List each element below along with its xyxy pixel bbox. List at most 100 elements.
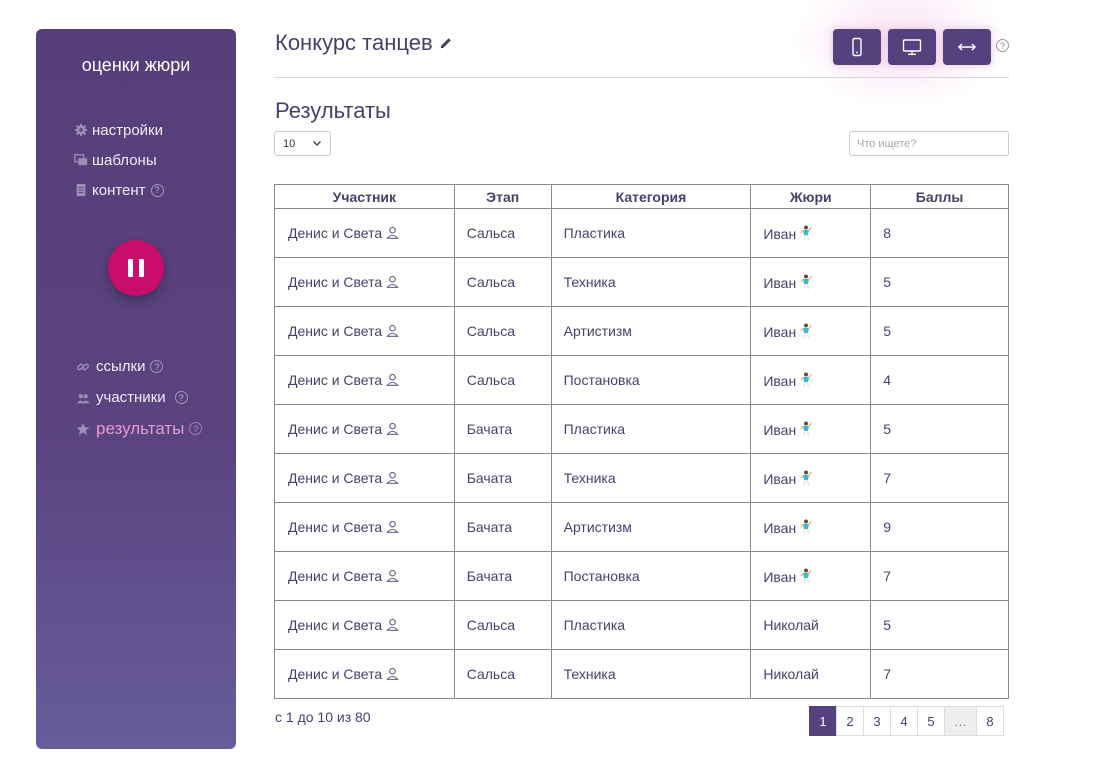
- desktop-view-button[interactable]: [888, 29, 936, 65]
- mobile-view-button[interactable]: [833, 29, 881, 65]
- column-header[interactable]: Баллы: [870, 184, 1009, 209]
- column-header[interactable]: Этап: [453, 184, 552, 209]
- cell-score: 7: [870, 649, 1009, 699]
- user-icon: [386, 471, 400, 484]
- cell-category: Артистизм: [550, 502, 752, 552]
- sidebar-item-content[interactable]: контент ?: [72, 175, 164, 205]
- page-button[interactable]: 8: [976, 706, 1004, 736]
- cell-judge: Иван: [750, 355, 872, 405]
- cell-score: 7: [870, 453, 1009, 503]
- cell-stage: Сальса: [453, 355, 552, 405]
- monitor-icon: [902, 39, 922, 55]
- page-button[interactable]: 1: [809, 706, 837, 736]
- table-row: Денис и Света Бачата Постановка Иван 7: [274, 551, 1009, 601]
- pause-icon: [128, 259, 133, 277]
- dancer-icon: [800, 225, 813, 240]
- sidebar-item-label: ссылки: [96, 358, 146, 375]
- cell-participant: Денис и Света: [274, 649, 455, 699]
- cell-participant: Денис и Света: [274, 551, 455, 601]
- cell-category: Пластика: [550, 208, 752, 258]
- judge-name: Иван: [763, 519, 797, 536]
- app-title: оценки жюри: [81, 55, 191, 75]
- cell-participant: Денис и Света: [274, 502, 455, 552]
- dancer-icon: [800, 372, 813, 387]
- user-icon: [386, 667, 400, 680]
- judge-name: Иван: [763, 323, 797, 340]
- table-row: Денис и Света Сальса Техника Иван 5: [274, 257, 1009, 307]
- cell-score: 9: [870, 502, 1009, 552]
- judge-name: Николай: [763, 666, 819, 682]
- page-button[interactable]: 2: [836, 706, 864, 736]
- cell-stage: Сальса: [453, 649, 552, 699]
- pause-button[interactable]: [108, 240, 164, 296]
- user-icon: [386, 226, 400, 239]
- column-header[interactable]: Жюри: [750, 184, 872, 209]
- sidebar-item-settings[interactable]: настройки: [72, 115, 164, 145]
- user-icon: [386, 275, 400, 288]
- cell-judge: Иван: [750, 306, 872, 356]
- participant-name: Денис и Света: [288, 470, 383, 486]
- help-icon[interactable]: ?: [174, 391, 188, 404]
- judge-name: Иван: [763, 225, 797, 242]
- page-title: Конкурс танцев: [275, 30, 453, 56]
- table-row: Денис и Света Сальса Пластика Николай 5: [274, 600, 1009, 650]
- header-divider: [274, 77, 1009, 78]
- pencil-icon[interactable]: [439, 36, 453, 50]
- cell-stage: Сальса: [453, 208, 552, 258]
- user-icon: [386, 324, 400, 337]
- search-input[interactable]: [849, 131, 1009, 156]
- cell-judge: Николай: [750, 600, 872, 650]
- help-icon[interactable]: ?: [996, 39, 1009, 52]
- participant-name: Денис и Света: [288, 617, 383, 633]
- sidebar-item-results[interactable]: результаты ?: [74, 413, 203, 444]
- cell-participant: Денис и Света: [274, 404, 455, 454]
- document-icon: [72, 181, 90, 199]
- help-icon[interactable]: ?: [150, 360, 164, 373]
- users-icon: [74, 389, 92, 407]
- page-size-select[interactable]: 10: [274, 131, 331, 156]
- column-header[interactable]: Категория: [550, 184, 752, 209]
- table-row: Денис и Света Бачата Техника Иван 7: [274, 453, 1009, 503]
- cell-participant: Денис и Света: [274, 355, 455, 405]
- sidebar-item-links[interactable]: ссылки ?: [74, 351, 202, 382]
- page-button[interactable]: 4: [890, 706, 918, 736]
- page-size-value: 10: [283, 137, 296, 150]
- full-width-button[interactable]: [943, 29, 991, 65]
- cell-category: Техника: [550, 649, 752, 699]
- table-row: Денис и Света Сальса Постановка Иван 4: [274, 355, 1009, 405]
- cell-judge: Николай: [750, 649, 872, 699]
- page-button[interactable]: 3: [863, 706, 891, 736]
- cell-stage: Бачата: [453, 453, 552, 503]
- participant-name: Денис и Света: [288, 519, 383, 535]
- pagination: 1 2 3 4 5… 8: [809, 706, 1004, 736]
- table-row: Денис и Света Бачата Артистизм Иван 9: [274, 502, 1009, 552]
- pause-icon-bar: [139, 259, 144, 277]
- cell-judge: Иван: [750, 551, 872, 601]
- judge-name: Иван: [763, 372, 797, 389]
- participant-name: Денис и Света: [288, 225, 383, 241]
- cell-stage: Сальса: [453, 306, 552, 356]
- cell-stage: Сальса: [453, 600, 552, 650]
- cell-score: 5: [870, 306, 1009, 356]
- judge-name: Иван: [763, 421, 797, 438]
- help-icon[interactable]: ?: [189, 422, 203, 435]
- cell-stage: Бачата: [453, 551, 552, 601]
- dancer-icon: [800, 519, 813, 534]
- cell-judge: Иван: [750, 502, 872, 552]
- star-icon: [74, 420, 92, 438]
- chevron-down-icon: [313, 141, 321, 146]
- sidebar-item-templates[interactable]: шаблоны: [72, 145, 164, 175]
- help-icon[interactable]: ?: [150, 183, 164, 197]
- judge-name: Иван: [763, 470, 797, 487]
- link-icon: [74, 358, 92, 376]
- dancer-icon: [800, 274, 813, 289]
- page-button[interactable]: 5: [917, 706, 945, 736]
- dancer-icon: [800, 568, 813, 583]
- cell-score: 4: [870, 355, 1009, 405]
- cell-judge: Иван: [750, 208, 872, 258]
- section-title: Результаты: [275, 98, 391, 123]
- column-header[interactable]: Участник: [274, 184, 455, 209]
- cell-category: Пластика: [550, 600, 752, 650]
- sidebar-item-participants[interactable]: участники ?: [74, 382, 202, 413]
- cell-score: 5: [870, 257, 1009, 307]
